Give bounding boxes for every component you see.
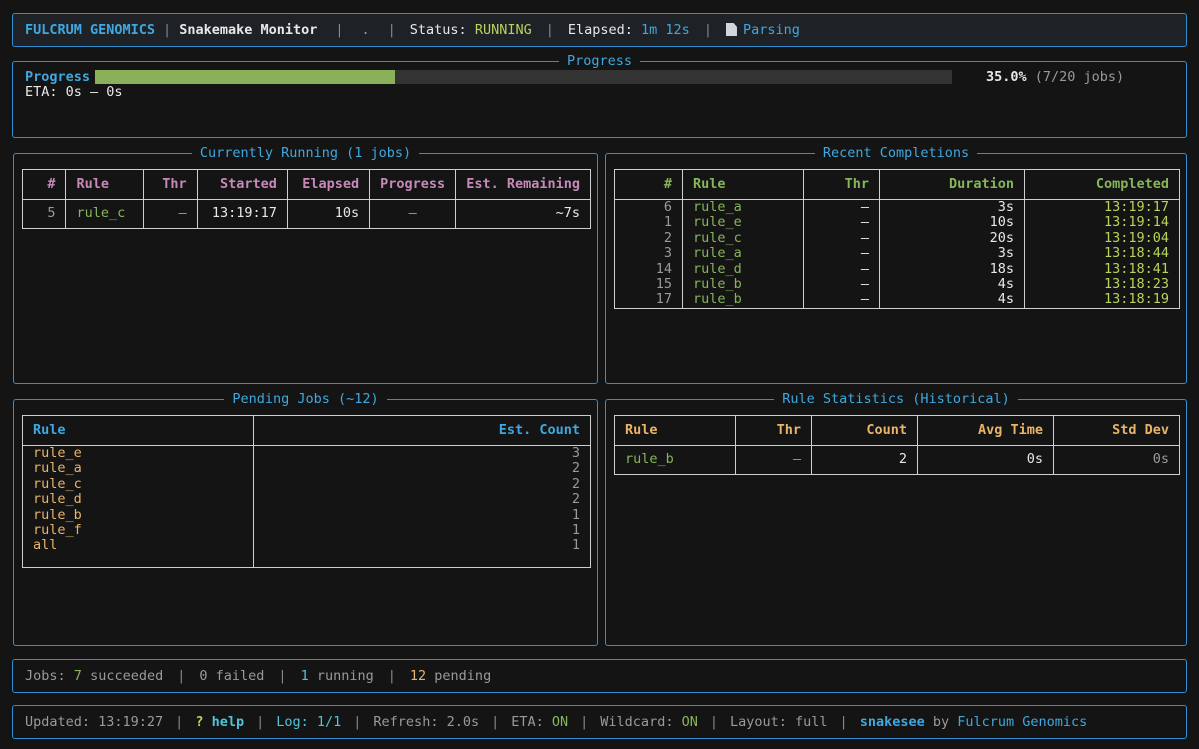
pending-label: pending <box>434 668 492 684</box>
pending-rule-column: rule_e rule_a rule_c rule_d rule_b rule_f all <box>22 445 254 568</box>
col-rule: Rule <box>65 169 145 200</box>
parsing-status: Parsing <box>742 22 800 38</box>
status-footer: Updated: 13:19:27 |? help | Log: 1/1 | Refres… <box>12 705 1187 739</box>
col-count: Count <box>811 415 918 446</box>
running-panel: Currently Running (1 jobs) # Rule Thr St… <box>13 145 598 384</box>
pending-count: 12 <box>409 668 427 684</box>
col-started: Started <box>196 169 288 200</box>
col-elapsed: Elapsed <box>286 169 371 200</box>
succeeded-count: 7 <box>73 668 82 684</box>
rule-name: rule_b <box>614 445 736 475</box>
running-count: 1 <box>300 668 309 684</box>
failed-label: failed <box>215 668 265 684</box>
pending-panel: Pending Jobs (~12) Rule Est. Count rule_… <box>13 391 598 646</box>
running-label: running <box>316 668 374 684</box>
app-title: Snakemake Monitor <box>179 22 318 38</box>
col-est-count: Est. Count <box>253 415 591 446</box>
progress-bar-fill <box>95 70 395 84</box>
pending-count-column: 3222111 <box>253 445 591 568</box>
eta-toggle-label: ETA: <box>511 714 544 730</box>
job-progress: – <box>369 199 457 229</box>
brand-label: FULCRUM GENOMICS <box>25 22 156 38</box>
company-name: Fulcrum Genomics <box>957 714 1088 730</box>
completions-panel-title: Recent Completions <box>814 145 978 161</box>
log-indicator[interactable]: Log: 1/1 <box>276 714 341 730</box>
running-table: # Rule Thr Started Elapsed Progress Est.… <box>21 169 591 229</box>
col-rule: Rule <box>22 415 254 446</box>
succeeded-label: succeeded <box>90 668 164 684</box>
elapsed-label: Elapsed: <box>567 22 633 38</box>
table-row: 6 1 2 3 14 15 17 rule_a rule_e rule_c rule_a rule_… <box>614 199 1180 309</box>
running-panel-title: Currently Running (1 jobs) <box>191 145 420 161</box>
completions-panel: Recent Completions # Rule Thr Duration C… <box>605 145 1187 384</box>
jobs-label: Jobs: <box>25 668 66 684</box>
eta-toggle-value[interactable]: ON <box>552 714 568 730</box>
est-remaining: ~7s <box>455 199 591 229</box>
document-icon <box>725 23 737 36</box>
job-summary-bar: Jobs: 7 succeeded | 0 failed | 1 running | 12 … <box>12 659 1187 693</box>
job-number: 5 <box>21 199 67 229</box>
progress-bar <box>95 70 952 84</box>
workdir-label: . <box>361 22 370 38</box>
col-std-dev: Std Dev <box>1053 415 1180 446</box>
status-value: RUNNING <box>474 22 532 38</box>
by-label: by <box>932 714 950 730</box>
stats-panel: Rule Statistics (Historical) Rule Thr Co… <box>605 391 1187 646</box>
threads: – <box>143 199 198 229</box>
app-name: snakesee <box>859 714 925 730</box>
avg-time: 0s <box>917 445 1054 475</box>
started-time: 13:19:17 <box>196 199 288 229</box>
col-rule: Rule <box>682 169 804 200</box>
count: 2 <box>811 445 918 475</box>
rule-name-column: rule_a rule_e rule_c rule_a rule_d rule_b rule… <box>682 199 804 309</box>
col-thr: Thr <box>735 415 812 446</box>
completed-column: 13:19:17 13:19:14 13:19:04 13:18:44 13:18:41… <box>1024 199 1180 309</box>
progress-panel-title: Progress <box>558 53 641 69</box>
col-completed: Completed <box>1024 169 1180 200</box>
threads: – <box>735 445 812 475</box>
col-num: # <box>21 169 67 200</box>
pending-table: Rule Est. Count rule_e rule_a rule_c rule_d… <box>22 415 591 568</box>
refresh-rate: Refresh: 2.0s <box>373 714 480 730</box>
threads-column: – – – – – – – <box>803 199 880 309</box>
col-est-remaining: Est. Remaining <box>455 169 591 200</box>
failed-count: 0 <box>199 668 208 684</box>
duration-column: 3s 10s 20s 3s 18s 4s 4s <box>879 199 1025 309</box>
progress-panel: Progress Progress 35.0% (7/20 jobs) ETA:… <box>12 53 1187 138</box>
elapsed-value: 1m 12s <box>641 22 690 38</box>
layout-indicator[interactable]: Layout: full <box>730 714 828 730</box>
completions-table: # Rule Thr Duration Completed 6 1 2 3 14 15 17… <box>614 169 1180 309</box>
col-avg-time: Avg Time <box>917 415 1054 446</box>
progress-jobs: (7/20 jobs) <box>1034 69 1125 85</box>
std-dev: 0s <box>1053 445 1180 475</box>
eta-range: ETA: 0s – 0s <box>25 84 123 100</box>
help-button[interactable]: ? help <box>195 714 244 730</box>
updated-time: Updated: 13:19:27 <box>25 714 164 730</box>
elapsed-time: 10s <box>286 199 371 229</box>
stats-table: Rule Thr Count Avg Time Std Dev rule_b –… <box>614 415 1180 475</box>
progress-percent: 35.0% <box>986 69 1027 85</box>
wildcard-toggle-value[interactable]: ON <box>682 714 698 730</box>
table-row: 5 rule_c – 13:19:17 10s – ~7s <box>21 199 591 229</box>
pending-panel-title: Pending Jobs (~12) <box>224 391 387 407</box>
table-row: rule_e rule_a rule_c rule_d rule_b rule_f all … <box>22 445 591 568</box>
col-duration: Duration <box>879 169 1025 200</box>
col-progress: Progress <box>369 169 457 200</box>
col-num: # <box>614 169 683 200</box>
wildcard-toggle-label: Wildcard: <box>600 714 674 730</box>
job-number-column: 6 1 2 3 14 15 17 <box>614 199 683 309</box>
rule-name: rule_c <box>65 199 145 229</box>
header-bar: FULCRUM GENOMICS | Snakemake Monitor |. | Sta… <box>12 13 1187 47</box>
status-label: Status: <box>409 22 467 38</box>
col-thr: Thr <box>143 169 198 200</box>
col-thr: Thr <box>803 169 880 200</box>
stats-panel-title: Rule Statistics (Historical) <box>774 391 1018 407</box>
table-row: rule_b – 2 0s 0s <box>614 445 1180 475</box>
col-rule: Rule <box>614 415 736 446</box>
